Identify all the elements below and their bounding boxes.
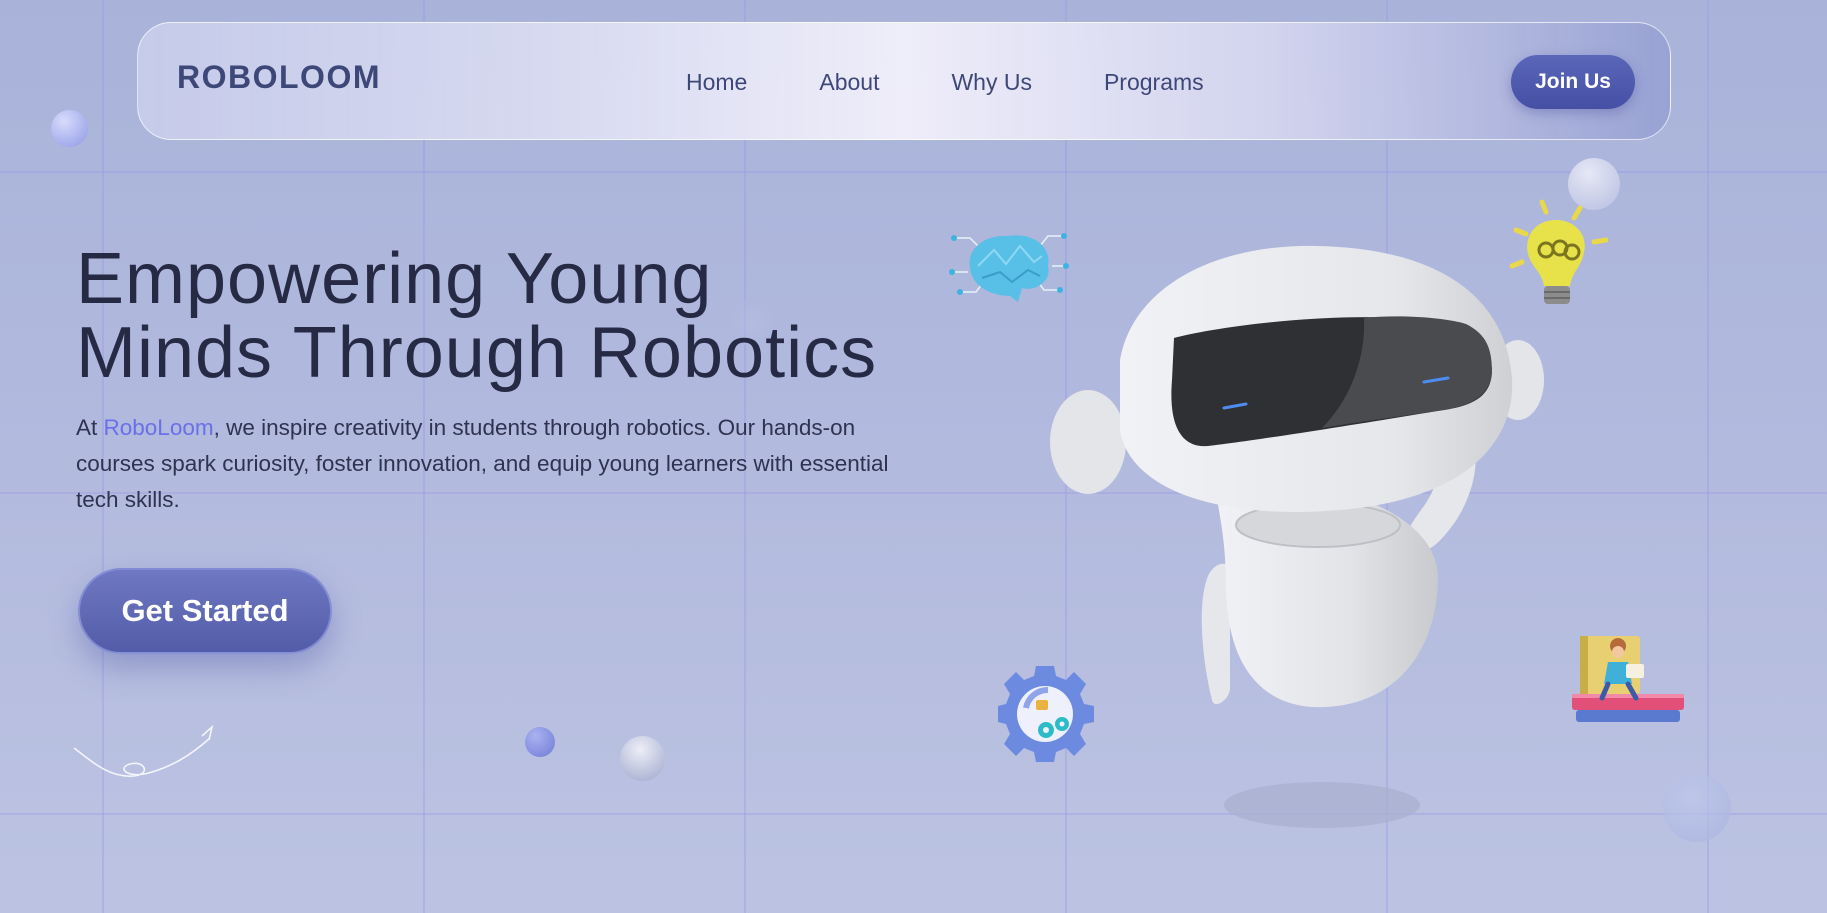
- nav-link-why-us[interactable]: Why Us: [951, 69, 1032, 96]
- hero-description: At RoboLoom, we inspire creativity in st…: [76, 410, 896, 518]
- navbar: ROBOLOOM Home About Why Us Programs Join…: [137, 22, 1671, 140]
- get-started-button[interactable]: Get Started: [78, 568, 332, 654]
- nav-link-programs[interactable]: Programs: [1104, 69, 1204, 96]
- decor-sphere: [1663, 774, 1731, 842]
- gear-icon: [998, 666, 1094, 762]
- decor-sphere: [620, 736, 665, 781]
- join-us-button[interactable]: Join Us: [1511, 55, 1635, 109]
- nav-link-about[interactable]: About: [819, 69, 879, 96]
- logo[interactable]: ROBOLOOM: [177, 59, 381, 96]
- nav-link-home[interactable]: Home: [686, 69, 747, 96]
- hero-brand-name: RoboLoom: [103, 415, 214, 440]
- hero-title: Empowering Young Minds Through Robotics: [76, 242, 956, 390]
- hero-title-line-1: Empowering Young: [76, 239, 713, 319]
- hero-title-line-2: Minds Through Robotics: [76, 313, 878, 393]
- arrow-doodle-icon: [73, 724, 214, 777]
- robot-illustration: [1050, 245, 1544, 828]
- books-icon: [1572, 636, 1684, 722]
- decor-sphere: [525, 727, 555, 757]
- hero-desc-prefix: At: [76, 415, 104, 440]
- nav-links: Home About Why Us Programs: [686, 69, 1204, 96]
- decor-sphere: [51, 110, 88, 147]
